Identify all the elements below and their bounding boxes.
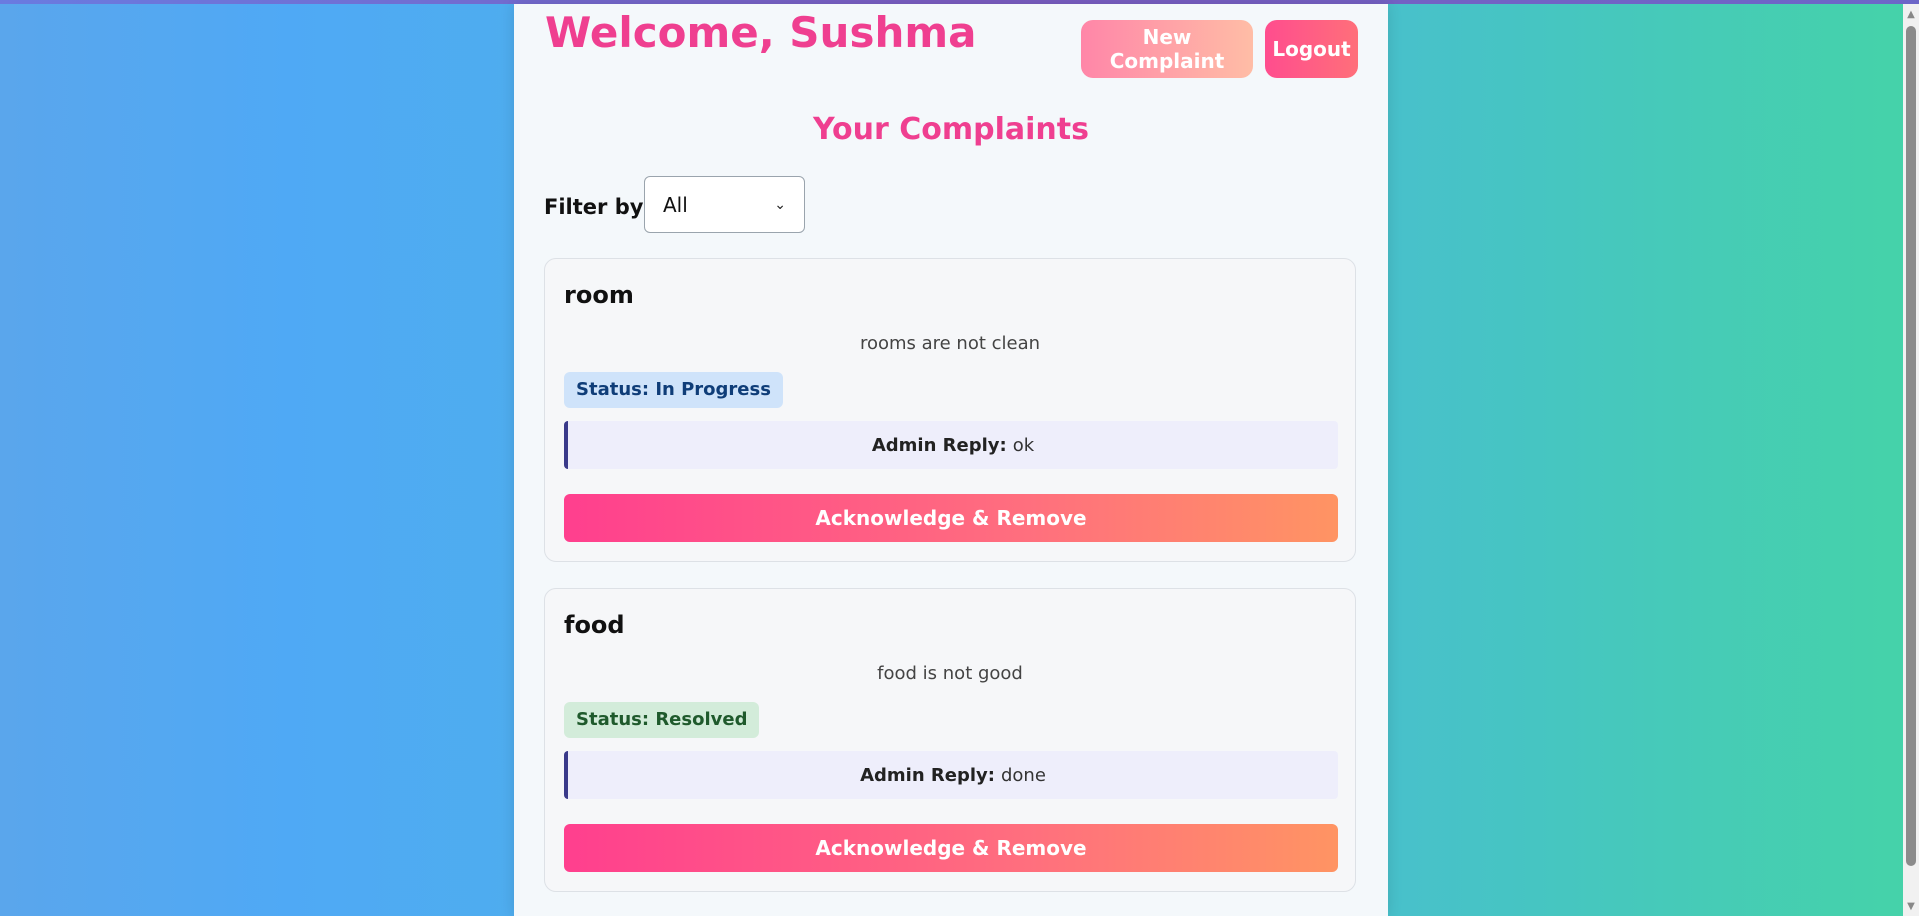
acknowledge-remove-button[interactable]: Acknowledge & Remove [564,494,1338,542]
new-complaint-button[interactable]: New Complaint [1081,20,1253,78]
admin-reply: Admin Reply: done [564,751,1338,799]
admin-reply: Admin Reply: ok [564,421,1338,469]
filter-select[interactable]: All ⌄ [644,176,805,233]
logout-button[interactable]: Logout [1265,20,1358,78]
complaint-description: rooms are not clean [859,333,1041,354]
admin-reply-text: done [1000,764,1046,786]
section-title: Your Complaints [813,112,1089,147]
status-badge: Status: In Progress [564,372,783,408]
complaint-title: room [564,281,634,309]
admin-reply-label: Admin Reply: [860,764,995,786]
scrollbar-thumb[interactable] [1906,26,1916,866]
scroll-up-arrow-icon[interactable]: ▲ [1903,6,1919,22]
filter-selected-value: All [663,192,688,217]
complaint-description: food is not good [877,663,1023,684]
main-panel: Welcome, Sushma New Complaint Logout You… [514,4,1388,916]
admin-reply-label: Admin Reply: [871,434,1007,456]
complaint-title: food [564,611,625,639]
complaint-card: room rooms are not clean Status: In Prog… [544,258,1356,562]
chevron-down-icon: ⌄ [774,196,786,213]
admin-reply-text: ok [1012,434,1035,456]
acknowledge-remove-button[interactable]: Acknowledge & Remove [564,824,1338,872]
page-scrollbar[interactable]: ▲ ▼ [1903,4,1919,916]
filter-label: Filter by: [544,195,652,219]
status-badge: Status: Resolved [564,702,760,738]
welcome-heading: Welcome, Sushma [545,8,977,57]
complaint-card: food food is not good Status: Resolved A… [544,588,1356,892]
scroll-down-arrow-icon[interactable]: ▼ [1903,898,1919,914]
